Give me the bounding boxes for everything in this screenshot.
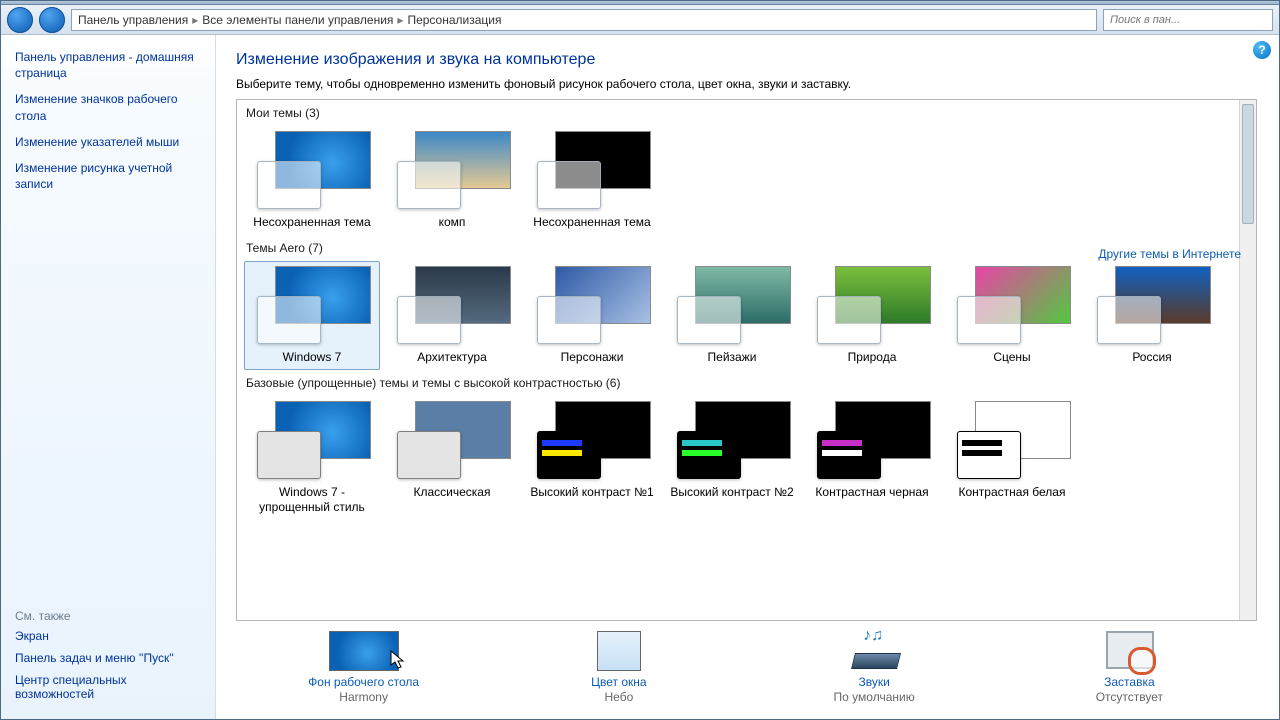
sounds-icon bbox=[839, 631, 909, 671]
desktop-background-icon bbox=[329, 631, 399, 671]
sidebar: Панель управления - домашняя страница Из… bbox=[1, 35, 216, 719]
breadcrumb-item[interactable]: Персонализация bbox=[407, 13, 501, 27]
theme-label: Windows 7 bbox=[247, 350, 377, 365]
theme-label: Несохраненная тема bbox=[527, 215, 657, 230]
cursor-icon bbox=[390, 650, 406, 670]
chevron-right-icon: ▸ bbox=[397, 13, 403, 27]
theme-item[interactable]: Классическая bbox=[384, 396, 520, 520]
section-header: Базовые (упрощенные) темы и темы с высок… bbox=[246, 376, 1251, 390]
sidebar-link-desktop-icons[interactable]: Изменение значков рабочего стола bbox=[15, 91, 201, 123]
theme-label: Классическая bbox=[387, 485, 517, 500]
theme-item[interactable]: Высокий контраст №1 bbox=[524, 396, 660, 520]
theme-label: Высокий контраст №2 bbox=[667, 485, 797, 500]
theme-item[interactable]: Несохраненная тема bbox=[524, 126, 660, 235]
chevron-right-icon: ▸ bbox=[192, 13, 198, 27]
theme-item-selected[interactable]: Windows 7 bbox=[244, 261, 380, 370]
theme-label: Природа bbox=[807, 350, 937, 365]
theme-list-pane: Мои темы (3) Несохраненная тема комп bbox=[236, 99, 1257, 621]
theme-label: Пейзажи bbox=[667, 350, 797, 365]
sounds-button[interactable]: Звуки По умолчанию bbox=[774, 631, 974, 704]
theme-item[interactable]: Пейзажи bbox=[664, 261, 800, 370]
action-title: Заставка bbox=[1029, 675, 1229, 689]
theme-label: Windows 7 - упрощенный стиль bbox=[247, 485, 377, 515]
window-color-icon bbox=[597, 631, 641, 671]
action-value: Harmony bbox=[264, 690, 464, 704]
help-icon[interactable]: ? bbox=[1253, 41, 1271, 59]
bottom-actions: Фон рабочего стола Harmony Цвет окна Неб… bbox=[236, 621, 1257, 719]
page-subtitle: Выберите тему, чтобы одновременно измени… bbox=[236, 77, 1257, 91]
theme-item[interactable]: Архитектура bbox=[384, 261, 520, 370]
sidebar-link-mouse-pointers[interactable]: Изменение указателей мыши bbox=[15, 134, 201, 150]
nav-back-button[interactable] bbox=[7, 7, 33, 33]
theme-label: Несохраненная тема bbox=[247, 215, 377, 230]
nav-forward-button[interactable] bbox=[39, 7, 65, 33]
see-also-taskbar[interactable]: Панель задач и меню ''Пуск'' bbox=[15, 651, 201, 665]
see-also-display[interactable]: Экран bbox=[15, 629, 201, 643]
theme-item[interactable]: Контрастная белая bbox=[944, 396, 1080, 520]
theme-label: Россия bbox=[1087, 350, 1217, 365]
theme-item[interactable]: Персонажи bbox=[524, 261, 660, 370]
personalization-window: Панель управления ▸ Все элементы панели … bbox=[0, 0, 1280, 720]
theme-label: Контрастная черная bbox=[807, 485, 937, 500]
breadcrumb-item[interactable]: Панель управления bbox=[78, 13, 188, 27]
section-basic-themes: Базовые (упрощенные) темы и темы с высок… bbox=[242, 376, 1251, 520]
sidebar-home-link[interactable]: Панель управления - домашняя страница bbox=[15, 49, 201, 81]
section-my-themes: Мои темы (3) Несохраненная тема комп bbox=[242, 106, 1251, 235]
theme-label: Архитектура bbox=[387, 350, 517, 365]
online-themes-link[interactable]: Другие темы в Интернете bbox=[1098, 247, 1241, 261]
address-bar: Панель управления ▸ Все элементы панели … bbox=[1, 5, 1279, 35]
breadcrumb-item[interactable]: Все элементы панели управления bbox=[202, 13, 393, 27]
desktop-background-button[interactable]: Фон рабочего стола Harmony bbox=[264, 631, 464, 704]
theme-item[interactable]: комп bbox=[384, 126, 520, 235]
theme-item[interactable]: Россия bbox=[1084, 261, 1220, 370]
screensaver-icon bbox=[1094, 631, 1164, 671]
see-also-accessibility[interactable]: Центр специальных возможностей bbox=[15, 673, 201, 701]
theme-label: Контрастная белая bbox=[947, 485, 1077, 500]
main-content: ? Изменение изображения и звука на компь… bbox=[216, 35, 1279, 719]
sidebar-link-account-picture[interactable]: Изменение рисунка учетной записи bbox=[15, 160, 201, 192]
theme-label: Высокий контраст №1 bbox=[527, 485, 657, 500]
theme-item[interactable]: Контрастная черная bbox=[804, 396, 940, 520]
section-aero-themes: Другие темы в Интернете Темы Aero (7) Wi… bbox=[242, 241, 1251, 370]
theme-item[interactable]: Сцены bbox=[944, 261, 1080, 370]
section-header: Мои темы (3) bbox=[246, 106, 1251, 120]
window-color-button[interactable]: Цвет окна Небо bbox=[519, 631, 719, 704]
theme-item[interactable]: Windows 7 - упрощенный стиль bbox=[244, 396, 380, 520]
see-also-header: См. также bbox=[15, 609, 201, 623]
action-title: Цвет окна bbox=[519, 675, 719, 689]
theme-label: Персонажи bbox=[527, 350, 657, 365]
theme-label: Сцены bbox=[947, 350, 1077, 365]
theme-label: комп bbox=[387, 215, 517, 230]
body: Панель управления - домашняя страница Из… bbox=[1, 35, 1279, 719]
search-input[interactable] bbox=[1103, 9, 1273, 31]
theme-item[interactable]: Природа bbox=[804, 261, 940, 370]
action-value: По умолчанию bbox=[774, 690, 974, 704]
breadcrumb[interactable]: Панель управления ▸ Все элементы панели … bbox=[71, 9, 1097, 31]
see-also: См. также Экран Панель задач и меню ''Пу… bbox=[15, 609, 201, 709]
theme-item[interactable]: Несохраненная тема bbox=[244, 126, 380, 235]
action-value: Небо bbox=[519, 690, 719, 704]
page-title: Изменение изображения и звука на компьют… bbox=[236, 51, 1257, 69]
action-title: Звуки bbox=[774, 675, 974, 689]
action-value: Отсутствует bbox=[1029, 690, 1229, 704]
action-title: Фон рабочего стола bbox=[264, 675, 464, 689]
screensaver-button[interactable]: Заставка Отсутствует bbox=[1029, 631, 1229, 704]
theme-item[interactable]: Высокий контраст №2 bbox=[664, 396, 800, 520]
